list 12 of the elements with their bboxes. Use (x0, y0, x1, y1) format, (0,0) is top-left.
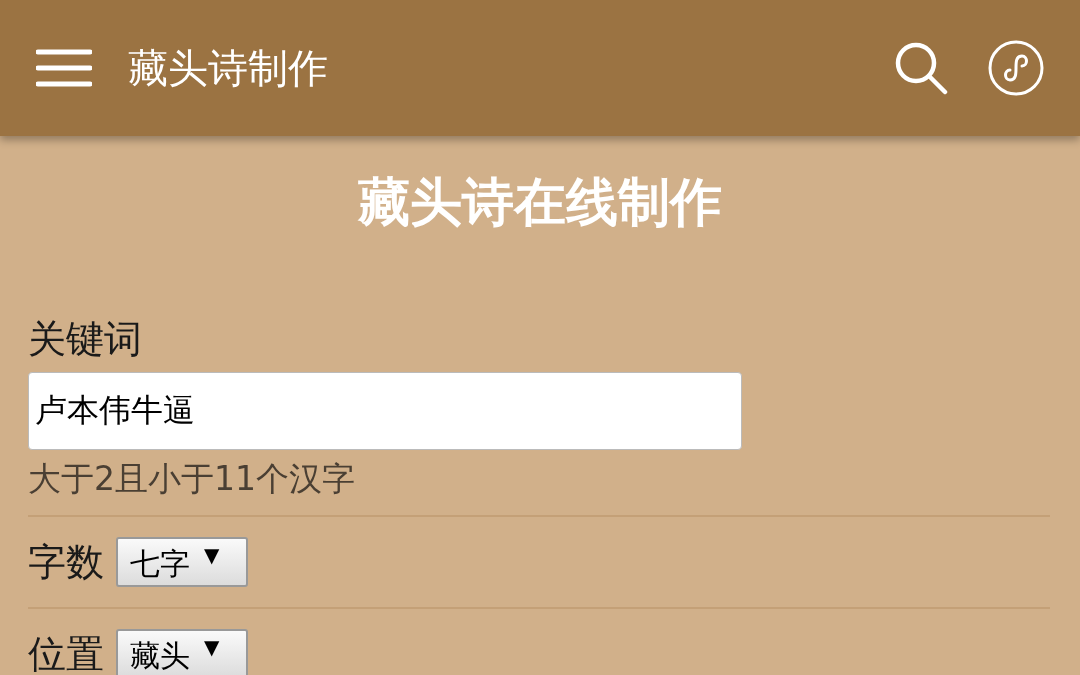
hint-text: 大于2且小于11个汉字 (28, 462, 356, 495)
dropdown[interactable]: 藏头 ▼ (116, 629, 248, 675)
dropdown[interactable]: 七字 ▼ (116, 537, 248, 587)
app-title: 藏头诗制作 (128, 44, 328, 93)
menu-icon[interactable] (36, 48, 92, 88)
option-label: 位置 (28, 635, 104, 673)
option-label: 字数 (28, 543, 104, 581)
page-heading: 藏头诗在线制作 (357, 176, 723, 228)
mini-program-icon[interactable] (988, 40, 1044, 96)
keyword-field[interactable]: 卢本伟牛逼 (28, 372, 742, 450)
keyword-label: 关键词 (28, 320, 143, 358)
search-icon[interactable] (894, 41, 948, 95)
